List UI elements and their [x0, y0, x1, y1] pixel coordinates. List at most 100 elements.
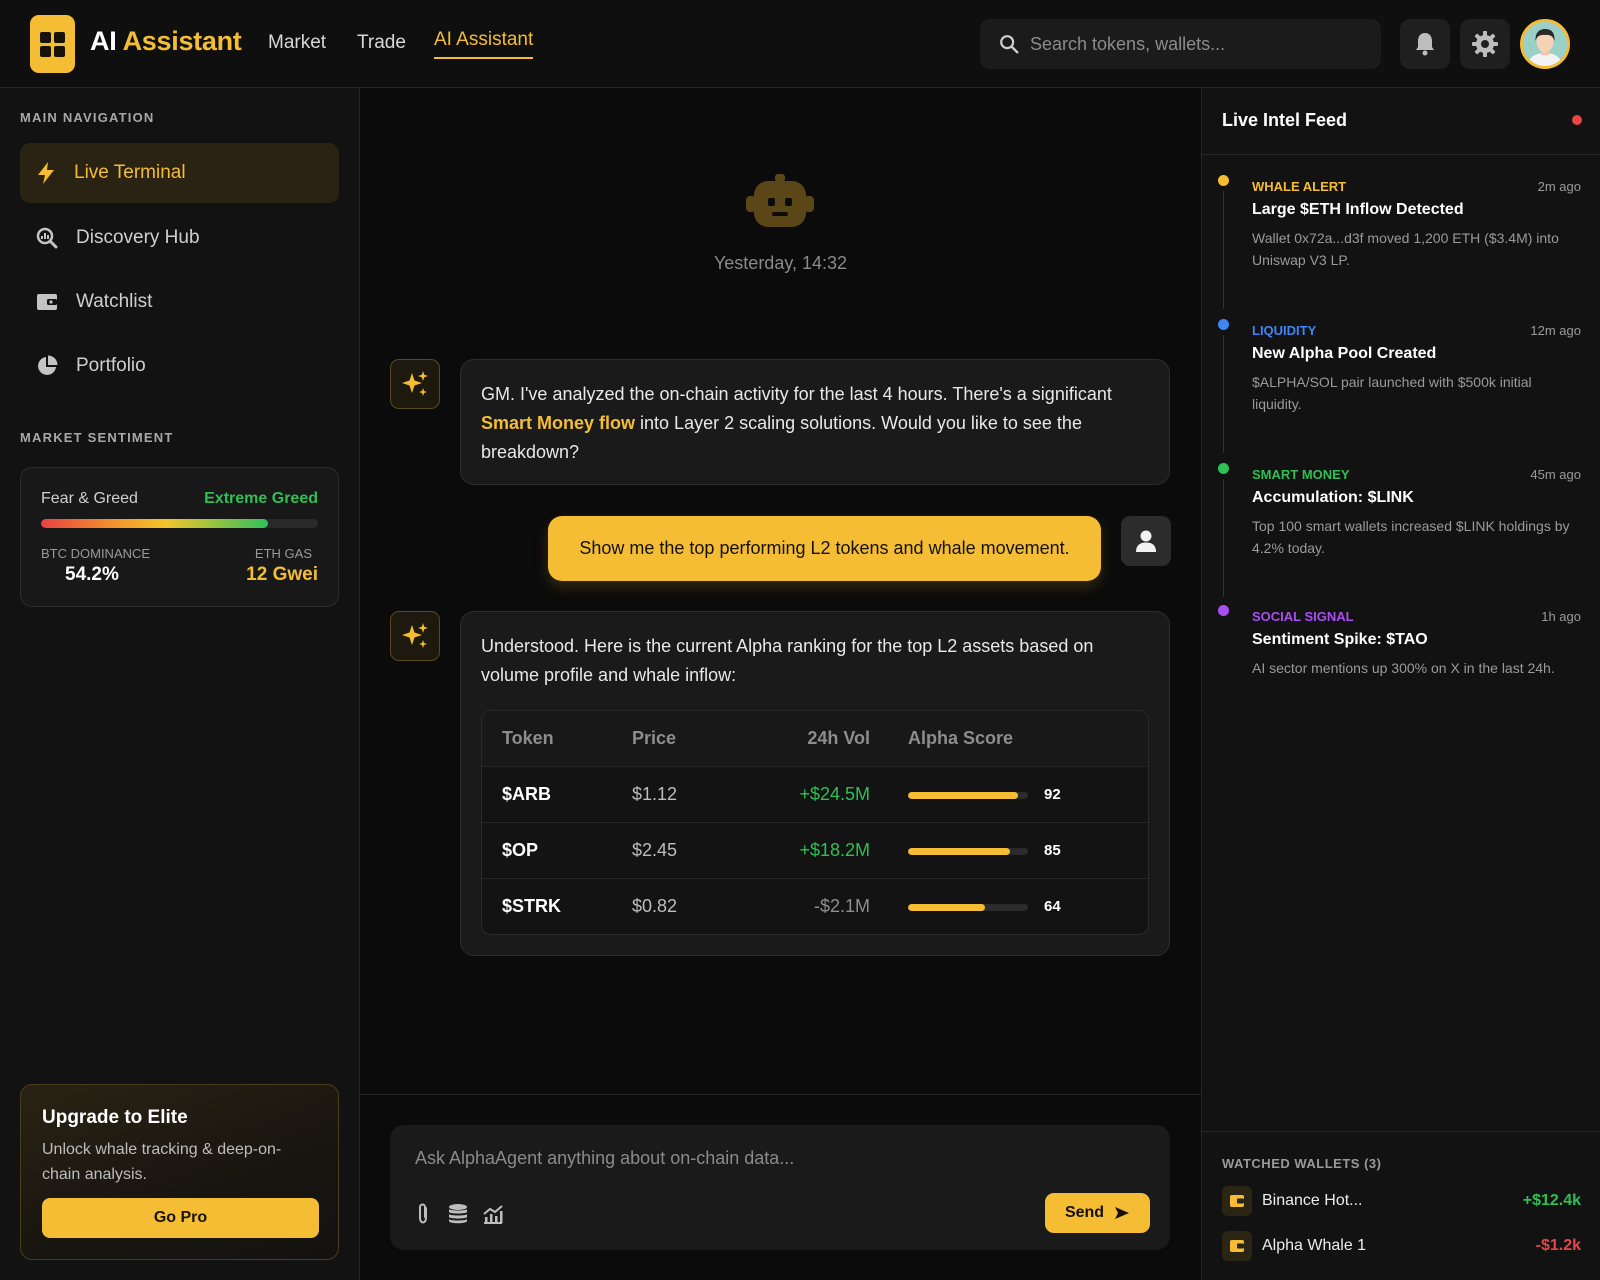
row-token: $STRK	[502, 896, 562, 916]
ai-message-text: GM. I've analyzed the on-chain activity …	[481, 380, 1151, 467]
brand-name: AI Assistant	[90, 26, 242, 57]
paperclip-icon[interactable]	[415, 1203, 431, 1225]
col-24h-vol: 24h Vol	[807, 728, 870, 748]
wallet-row[interactable]: Binance Hot... +$12.4k	[1222, 1186, 1581, 1218]
notifications-button[interactable]	[1400, 19, 1450, 69]
feed-category: LIQUIDITY	[1252, 323, 1317, 338]
chart-line-icon[interactable]	[482, 1203, 504, 1225]
feed-time: 45m ago	[1530, 467, 1581, 482]
ai-avatar	[390, 611, 440, 661]
feed-title: New Alpha Pool Created	[1252, 345, 1437, 362]
feed-title: Large $ETH Inflow Detected	[1252, 201, 1464, 218]
ai-message-text: Understood. Here is the current Alpha ra…	[481, 636, 1094, 685]
feed-time: 2m ago	[1537, 179, 1581, 194]
upgrade-card: Upgrade to Elite Unlock whale tracking &…	[20, 1084, 339, 1260]
feed-category: WHALE ALERT	[1252, 179, 1347, 194]
alpha-ranking-table: Token Price 24h Vol Alpha Score $ARB $1.…	[481, 710, 1149, 935]
feed-title: Accumulation: $LINK	[1252, 489, 1414, 506]
upgrade-title: Upgrade to Elite	[42, 1107, 188, 1128]
gear-icon	[1472, 31, 1498, 57]
fear-greed-label: Fear & Greed	[41, 490, 138, 507]
feed-description: Top 100 smart wallets increased $LINK ho…	[1252, 518, 1570, 556]
sparkles-icon	[402, 371, 428, 396]
sparkles-icon	[402, 623, 428, 648]
search-icon	[1000, 35, 1019, 54]
table-header: Token Price 24h Vol Alpha Score	[482, 711, 1148, 766]
sidebar-item-watchlist[interactable]: Watchlist	[20, 272, 339, 332]
nav-trade[interactable]: Trade	[357, 32, 406, 54]
bell-icon	[1416, 33, 1434, 56]
ai-message: GM. I've analyzed the on-chain activity …	[460, 359, 1170, 485]
settings-button[interactable]	[1460, 19, 1510, 69]
user-message: Show me the top performing L2 tokens and…	[548, 516, 1101, 581]
feed-description: AI sector mentions up 300% on X in the l…	[1252, 660, 1555, 676]
row-token: $ARB	[502, 784, 552, 804]
row-vol: +$24.5M	[799, 784, 870, 804]
sidebar-item-label: Watchlist	[76, 291, 153, 312]
smart-money-highlight: Smart Money flow	[481, 413, 636, 433]
btc-dominance-label: BTC DOMINANCE	[41, 546, 151, 561]
table-row[interactable]: $OP $2.45 +$18.2M 85	[482, 822, 1148, 878]
send-label: Send	[1064, 1204, 1105, 1221]
fear-greed-gauge-fill	[41, 519, 269, 528]
left-sidebar: MAIN NAVIGATION Live Terminal Discovery …	[0, 88, 360, 1280]
nav-market[interactable]: Market	[268, 32, 326, 54]
robot-icon	[746, 174, 814, 227]
feed-dot-icon	[1218, 175, 1229, 186]
table-row[interactable]: $STRK $0.82 -$2.1M 64	[482, 878, 1148, 934]
wallet-name: Binance Hot...	[1262, 1192, 1363, 1209]
row-price: $0.82	[632, 896, 678, 916]
brand-prefix: AI	[90, 26, 117, 56]
ai-message: Understood. Here is the current Alpha ra…	[460, 611, 1170, 956]
row-price: $2.45	[632, 840, 678, 860]
user-avatar	[1121, 516, 1171, 566]
feed-title: Sentiment Spike: $TAO	[1252, 631, 1428, 648]
database-icon[interactable]	[447, 1203, 469, 1225]
btc-dominance-value: 54.2%	[65, 564, 119, 585]
timeline-line	[1223, 479, 1224, 597]
intel-title: Live Intel Feed	[1222, 110, 1348, 130]
alpha-score-bar	[908, 848, 1028, 855]
sidebar-item-live-terminal[interactable]: Live Terminal	[20, 143, 339, 203]
go-pro-button[interactable]: Go Pro	[42, 1198, 319, 1238]
wallet-icon	[1222, 1186, 1252, 1216]
chat-composer: Send	[390, 1125, 1170, 1250]
eth-gas-label: ETH GAS	[254, 546, 312, 561]
discovery-search-icon	[36, 227, 58, 249]
ai-avatar	[390, 359, 440, 409]
wallet-value: -$1.2k	[1535, 1237, 1581, 1254]
fear-greed-gauge	[41, 519, 318, 528]
row-score: 64	[1044, 898, 1061, 915]
row-token: $OP	[502, 840, 539, 860]
table-row[interactable]: $ARB $1.12 +$24.5M 92	[482, 766, 1148, 822]
upgrade-description: Unlock whale tracking & deep-on-chain an…	[42, 1141, 282, 1183]
sidebar-item-label: Portfolio	[76, 355, 146, 376]
feed-dot-icon	[1218, 605, 1229, 616]
search-input[interactable]	[1030, 19, 1370, 69]
timeline-line	[1223, 191, 1224, 309]
fear-greed-value: Extreme Greed	[204, 490, 318, 507]
sidebar-item-portfolio[interactable]: Portfolio	[20, 336, 339, 396]
chat-input[interactable]	[415, 1143, 1135, 1173]
row-score: 85	[1044, 842, 1061, 859]
col-token: Token	[502, 728, 554, 748]
avatar[interactable]	[1520, 19, 1570, 69]
feed-category: SOCIAL SIGNAL	[1252, 609, 1354, 624]
bolt-icon	[38, 162, 54, 184]
wallet-row[interactable]: Alpha Whale 1 -$1.2k	[1222, 1231, 1581, 1263]
send-arrow-icon	[1115, 1207, 1130, 1219]
nav-ai-assistant[interactable]: AI Assistant	[434, 29, 534, 59]
intel-header: Live Intel Feed	[1202, 88, 1600, 155]
alpha-score-bar-fill	[908, 848, 1010, 855]
search-bar[interactable]	[980, 19, 1381, 69]
chat-area: Yesterday, 14:32 GM. I've analyzed the o…	[360, 88, 1201, 1280]
col-alpha-score: Alpha Score	[908, 728, 1014, 748]
composer-divider	[360, 1094, 1201, 1095]
sidebar-item-discovery-hub[interactable]: Discovery Hub	[20, 208, 339, 268]
feed-description: $ALPHA/SOL pair launched with $500k init…	[1252, 374, 1532, 412]
top-header: AI Assistant Market Trade AI Assistant	[0, 0, 1600, 88]
send-button[interactable]: Send	[1045, 1193, 1150, 1233]
sidebar-item-label: Discovery Hub	[76, 227, 200, 248]
intel-panel: Live Intel Feed WHALE ALERT 2m ago Large…	[1201, 88, 1600, 1280]
app-logo-icon[interactable]	[30, 15, 75, 73]
